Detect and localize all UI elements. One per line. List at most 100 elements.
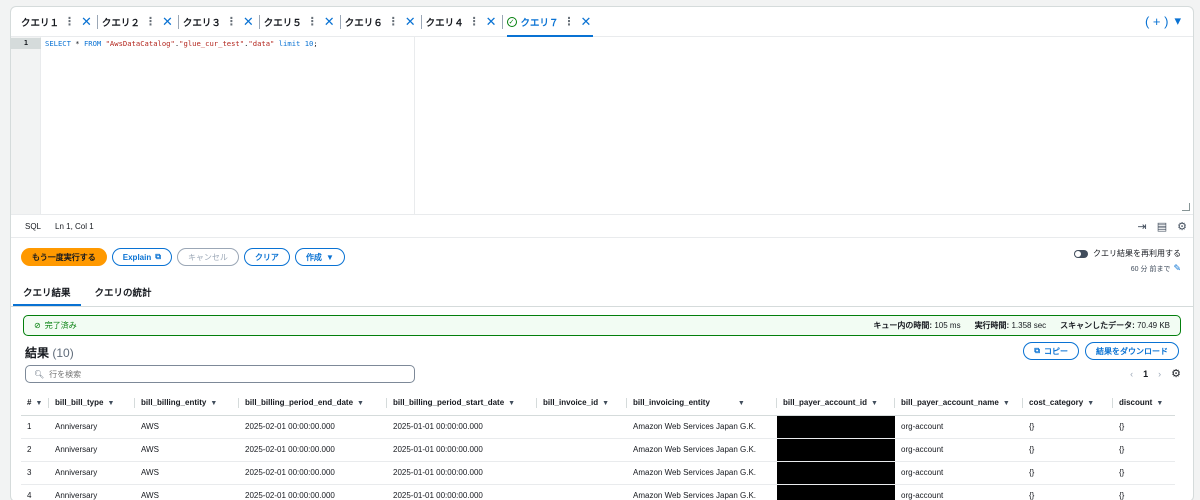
caret-down-icon: ▼: [325, 252, 334, 262]
table-cell: AWS: [135, 415, 239, 439]
more-options-icon[interactable]: ⋮: [64, 15, 75, 28]
current-page[interactable]: 1: [1143, 369, 1148, 379]
table-cell: [537, 438, 627, 462]
table-cell: {}: [1023, 438, 1113, 462]
tab-query-1[interactable]: クエリ１ ⋮ ✕: [17, 7, 98, 37]
tab-query-4[interactable]: クエリ４ ⋮ ✕: [422, 7, 503, 37]
query-stats: キュー内の時間: 105 ms 実行時間: 1.358 sec スキャンしたデー…: [873, 320, 1170, 331]
column-header[interactable]: bill_billing_period_end_date ▼: [239, 391, 387, 416]
column-label: bill_billing_period_start_date: [393, 398, 505, 408]
close-icon[interactable]: ✕: [324, 14, 335, 30]
tab-query-5[interactable]: クエリ５ ⋮ ✕: [260, 7, 341, 37]
table-cell: 2025-01-01 00:00:00.000: [387, 438, 537, 462]
tab-query-stats[interactable]: クエリの統計: [83, 281, 164, 306]
tab-query-7[interactable]: ✓ クエリ７ ⋮ ✕: [503, 7, 598, 37]
sort-icon[interactable]: ▼: [738, 400, 745, 407]
table-row: 2 Anniversary AWS 2025-02-01 00:00:00.00…: [21, 438, 1175, 462]
table-row: 3 Anniversary AWS 2025-02-01 00:00:00.00…: [21, 461, 1175, 485]
sql-keyword: SELECT: [45, 39, 71, 48]
column-label: #: [27, 398, 32, 408]
sql-editor[interactable]: 1 SELECT * FROM "AwsDataCatalog"."glue_c…: [11, 37, 1193, 215]
edit-pencil-icon[interactable]: ✎: [1173, 263, 1181, 274]
success-check-icon: ✓: [506, 16, 517, 27]
cancel-button[interactable]: キャンセル: [176, 248, 239, 266]
queue-label: キュー内の時間:: [873, 321, 933, 330]
success-banner: ⊘ 完了済み キュー内の時間: 105 ms 実行時間: 1.358 sec ス…: [23, 315, 1181, 336]
clear-button[interactable]: クリア: [243, 248, 290, 266]
settings-gear-icon[interactable]: ⚙: [1177, 220, 1187, 233]
column-header[interactable]: bill_billing_entity ▼: [135, 391, 239, 416]
table-cell: 1: [21, 415, 49, 439]
table-cell: org-account: [895, 461, 1023, 485]
more-options-icon[interactable]: ⋮: [388, 15, 399, 28]
column-header[interactable]: bill_payer_account_name ▼: [895, 391, 1023, 416]
column-header[interactable]: # ▼: [21, 391, 49, 416]
column-header[interactable]: bill_bill_type ▼: [49, 391, 135, 416]
sort-icon[interactable]: ▼: [210, 400, 217, 407]
more-options-icon[interactable]: ⋮: [226, 15, 237, 28]
close-icon[interactable]: ✕: [81, 14, 92, 30]
column-header[interactable]: discount ▼: [1113, 391, 1175, 416]
download-results-button[interactable]: 結果をダウンロード: [1085, 342, 1179, 360]
resize-handle-icon[interactable]: [1182, 203, 1190, 211]
tab-query-6[interactable]: クエリ６ ⋮ ✕: [341, 7, 422, 37]
next-page-icon[interactable]: ›: [1158, 369, 1161, 379]
close-icon[interactable]: ✕: [162, 14, 173, 30]
table-header-row: # ▼ bill_bill_type ▼ bill_billing_entity ▼ …: [21, 391, 1175, 416]
more-options-icon[interactable]: ⋮: [145, 15, 156, 28]
column-header[interactable]: bill_billing_period_start_date ▼: [387, 391, 537, 416]
sort-icon[interactable]: ▼: [357, 400, 364, 407]
column-header[interactable]: bill_invoice_id ▼: [537, 391, 627, 416]
column-header[interactable]: bill_payer_account_id ▼: [777, 391, 895, 416]
add-tab-icon[interactable]: ( + ): [1145, 14, 1168, 29]
row-search-input[interactable]: [49, 369, 390, 379]
close-icon[interactable]: ✕: [405, 14, 416, 30]
column-label: bill_payer_account_name: [901, 398, 999, 408]
table-settings-gear-icon[interactable]: ⚙: [1171, 367, 1181, 380]
format-icon[interactable]: ⇥: [1138, 220, 1147, 233]
sort-icon[interactable]: ▼: [1003, 400, 1010, 407]
sql-string: "glue_cur_test": [179, 39, 245, 48]
more-options-icon[interactable]: ⋮: [469, 15, 480, 28]
table-cell: Amazon Web Services Japan G.K.: [627, 438, 777, 462]
reuse-toggle[interactable]: [1074, 249, 1088, 258]
rerun-button[interactable]: もう一度実行する: [21, 248, 107, 266]
table-cell: [537, 415, 627, 439]
sort-icon[interactable]: ▼: [107, 400, 114, 407]
table-cell: 2025-02-01 00:00:00.000: [239, 415, 387, 439]
tab-label: クエリ５: [263, 17, 302, 29]
prev-page-icon[interactable]: ‹: [1130, 369, 1133, 379]
sort-icon[interactable]: ▼: [35, 400, 42, 407]
table-cell: Anniversary: [49, 484, 135, 500]
download-label: 結果をダウンロード: [1096, 346, 1168, 356]
table-cell: {}: [1023, 415, 1113, 439]
sort-icon[interactable]: ▼: [871, 400, 878, 407]
more-options-icon[interactable]: ⋮: [564, 15, 575, 28]
more-options-icon[interactable]: ⋮: [307, 15, 318, 28]
sort-icon[interactable]: ▼: [602, 400, 609, 407]
sort-icon[interactable]: ▼: [508, 400, 515, 407]
sort-icon[interactable]: ▼: [1156, 400, 1163, 407]
create-button[interactable]: 作成 ▼: [294, 248, 345, 266]
close-icon[interactable]: ✕: [581, 14, 592, 30]
column-header[interactable]: cost_category ▼: [1023, 391, 1113, 416]
explain-button[interactable]: Explain ⧉: [111, 248, 172, 266]
sort-icon[interactable]: ▼: [1087, 400, 1094, 407]
tab-query-2[interactable]: クエリ２ ⋮ ✕: [98, 7, 179, 37]
tab-query-results[interactable]: クエリ結果: [11, 281, 83, 306]
table-cell: {}: [1023, 484, 1113, 500]
close-icon[interactable]: ✕: [243, 14, 254, 30]
table-cell: Amazon Web Services Japan G.K.: [627, 415, 777, 439]
caret-down-icon[interactable]: ▾: [1174, 13, 1181, 29]
exec-label: 実行時間:: [974, 321, 1010, 330]
result-tabs: クエリ結果 クエリの統計: [11, 281, 1193, 307]
close-icon[interactable]: ✕: [486, 14, 497, 30]
table-cell: {}: [1113, 461, 1175, 485]
sql-code-line[interactable]: SELECT * FROM "AwsDataCatalog"."glue_cur…: [45, 38, 318, 49]
copy-button[interactable]: ⧉ コピー: [1023, 342, 1079, 360]
tab-query-3[interactable]: クエリ３ ⋮ ✕: [179, 7, 260, 37]
panel-icon[interactable]: ▤: [1157, 220, 1167, 233]
tab-label: クエリ７: [520, 17, 559, 29]
column-header[interactable]: bill_invoicing_entity ▼: [627, 391, 777, 416]
row-search[interactable]: 🔍︎: [25, 365, 415, 383]
